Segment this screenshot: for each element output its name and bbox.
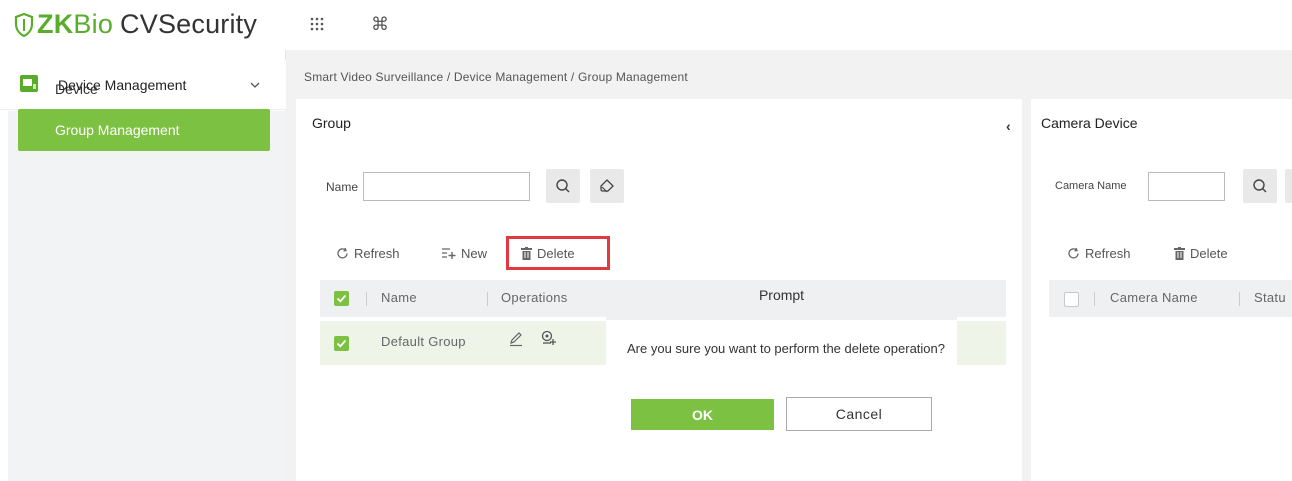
logo-product-text: CVSecurity — [120, 9, 258, 39]
shield-icon — [14, 12, 34, 37]
camera-refresh-button[interactable]: Refresh — [1067, 246, 1131, 261]
group-name-input[interactable] — [363, 172, 530, 201]
sidebar-item-group-management[interactable]: Group Management — [18, 109, 270, 151]
refresh-label: Refresh — [1085, 246, 1131, 261]
search-icon — [1253, 179, 1267, 193]
group-clear-button[interactable] — [590, 169, 624, 203]
command-icon[interactable]: ⌘ — [369, 13, 391, 35]
column-separator — [1239, 292, 1240, 306]
logo-zk-text: ZK — [37, 9, 74, 39]
trash-icon — [1174, 247, 1185, 260]
camera-clear-button[interactable] — [1285, 169, 1292, 203]
row-checkbox[interactable] — [334, 336, 349, 351]
group-new-button[interactable]: New — [441, 246, 487, 261]
breadcrumb: Smart Video Surveillance / Device Manage… — [304, 70, 688, 84]
add-device-icon[interactable] — [540, 330, 556, 350]
camera-name-label: Camera Name — [1055, 180, 1127, 192]
top-header: ZK Bio CVSecurity ⌘ — [0, 0, 1292, 50]
select-all-checkbox[interactable] — [334, 291, 349, 306]
check-icon — [336, 294, 347, 303]
group-name-label: Name — [326, 180, 359, 194]
confirm-dialog: Prompt Are you sure you want to perform … — [606, 283, 957, 481]
column-separator — [487, 292, 488, 306]
camera-delete-button[interactable]: Delete — [1174, 246, 1228, 261]
group-panel-title: Group — [312, 115, 351, 131]
collapse-left-icon[interactable]: ‹ — [1006, 118, 1011, 134]
dialog-title: Prompt — [758, 287, 805, 303]
camera-name-input[interactable] — [1148, 172, 1225, 201]
column-separator — [366, 292, 367, 306]
camera-select-all-checkbox[interactable] — [1064, 292, 1079, 307]
add-list-icon — [442, 248, 456, 259]
row-group-name: Default Group — [381, 334, 466, 349]
delete-label: Delete — [1190, 246, 1228, 261]
dialog-message: Are you sure you want to perform the del… — [627, 341, 945, 356]
column-separator — [1094, 292, 1095, 306]
column-header-name[interactable]: Name — [381, 290, 417, 305]
column-header-operations: Operations — [501, 290, 568, 305]
delete-label: Delete — [537, 246, 575, 261]
group-refresh-button[interactable]: Refresh — [336, 246, 400, 261]
column-header-status: Statu — [1254, 290, 1286, 305]
ok-button[interactable]: OK — [631, 399, 774, 430]
camera-panel-title: Camera Device — [1041, 115, 1138, 131]
search-icon — [556, 179, 570, 193]
trash-icon — [521, 247, 532, 260]
edit-icon[interactable] — [508, 331, 524, 350]
logo-bio-text: Bio — [73, 9, 114, 39]
camera-search-button[interactable] — [1243, 169, 1277, 203]
app-logo[interactable]: ZK Bio CVSecurity — [14, 9, 257, 40]
group-search-button[interactable] — [546, 169, 580, 203]
new-label: New — [461, 246, 488, 261]
refresh-icon — [337, 247, 348, 259]
column-header-camera-name[interactable]: Camera Name — [1110, 290, 1198, 305]
refresh-icon — [1068, 247, 1079, 259]
grid-menu-icon[interactable] — [306, 13, 328, 35]
check-icon — [336, 339, 347, 348]
eraser-icon — [600, 179, 614, 193]
group-delete-button[interactable]: Delete — [521, 246, 575, 261]
sidebar-item-device[interactable]: Device — [18, 68, 270, 110]
cancel-button[interactable]: Cancel — [786, 397, 932, 431]
refresh-label: Refresh — [354, 246, 400, 261]
sidebar-menu — [8, 111, 286, 481]
